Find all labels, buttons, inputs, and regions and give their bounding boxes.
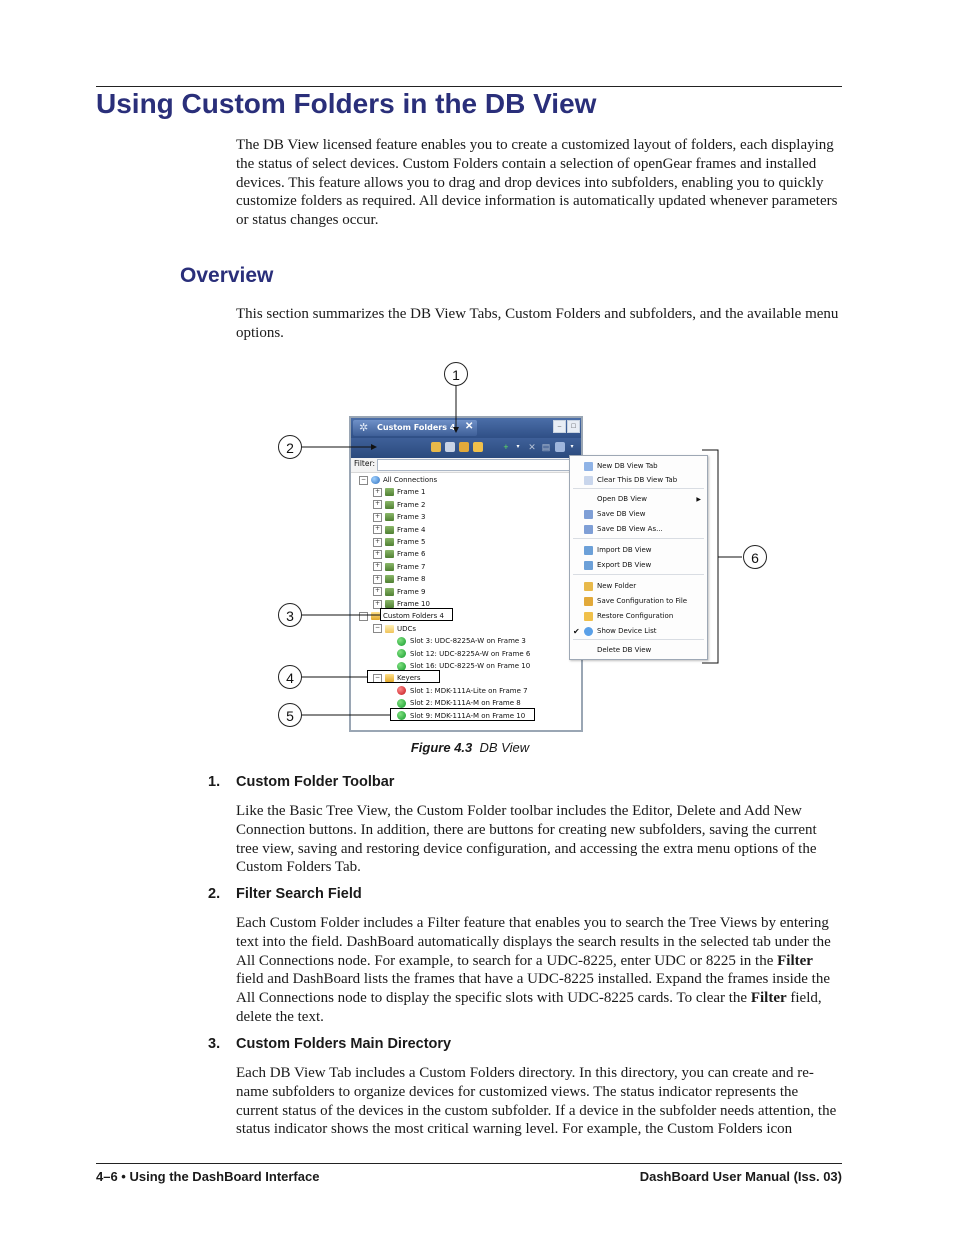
text-run: Each Custom Folder includes a Filter fea…	[236, 915, 831, 969]
callout-lines	[302, 386, 742, 716]
section-heading-1: 1. Custom Folder Toolbar	[208, 774, 394, 790]
footer-left: 4–6 • Using the DashBoard Interface	[96, 1169, 320, 1184]
section-heading-3: 3. Custom Folders Main Directory	[208, 1036, 451, 1052]
filter-term: Filter	[777, 952, 813, 969]
menu-bracket	[702, 449, 719, 664]
section-number: 1.	[208, 774, 221, 790]
figure-caption: Figure 4.3 DB View	[300, 740, 640, 755]
callout-4: 4	[278, 665, 302, 689]
callout-3: 3	[278, 603, 302, 627]
section-heading-2: 2. Filter Search Field	[208, 886, 362, 902]
section-title: Filter Search Field	[236, 886, 362, 902]
section-number: 3.	[208, 1036, 221, 1052]
section-title: Custom Folders Main Directory	[236, 1036, 452, 1052]
section-number: 2.	[208, 886, 221, 902]
section-body-3: Each DB View Tab includes a Custom Folde…	[236, 1065, 837, 1138]
callout-5: 5	[278, 703, 302, 727]
footer-right: DashBoard User Manual (Iss. 03)	[639, 1169, 842, 1184]
callout-6: 6	[743, 545, 767, 569]
bottom-rule	[96, 1163, 842, 1164]
section-body-2: Each Custom Folder includes a Filter fea…	[236, 914, 842, 1027]
section-title: Custom Folder Toolbar	[236, 774, 395, 790]
section-body-1: Like the Basic Tree View, the Custom Fol…	[236, 803, 817, 876]
text-run: field and DashBoard lists the frames tha…	[236, 971, 831, 1007]
figure-label: Figure 4.3	[410, 740, 473, 755]
callout-1: 1	[444, 362, 468, 386]
filter-term: Filter	[750, 990, 787, 1007]
callout-2: 2	[278, 435, 302, 459]
figure-title: DB View	[479, 740, 530, 755]
